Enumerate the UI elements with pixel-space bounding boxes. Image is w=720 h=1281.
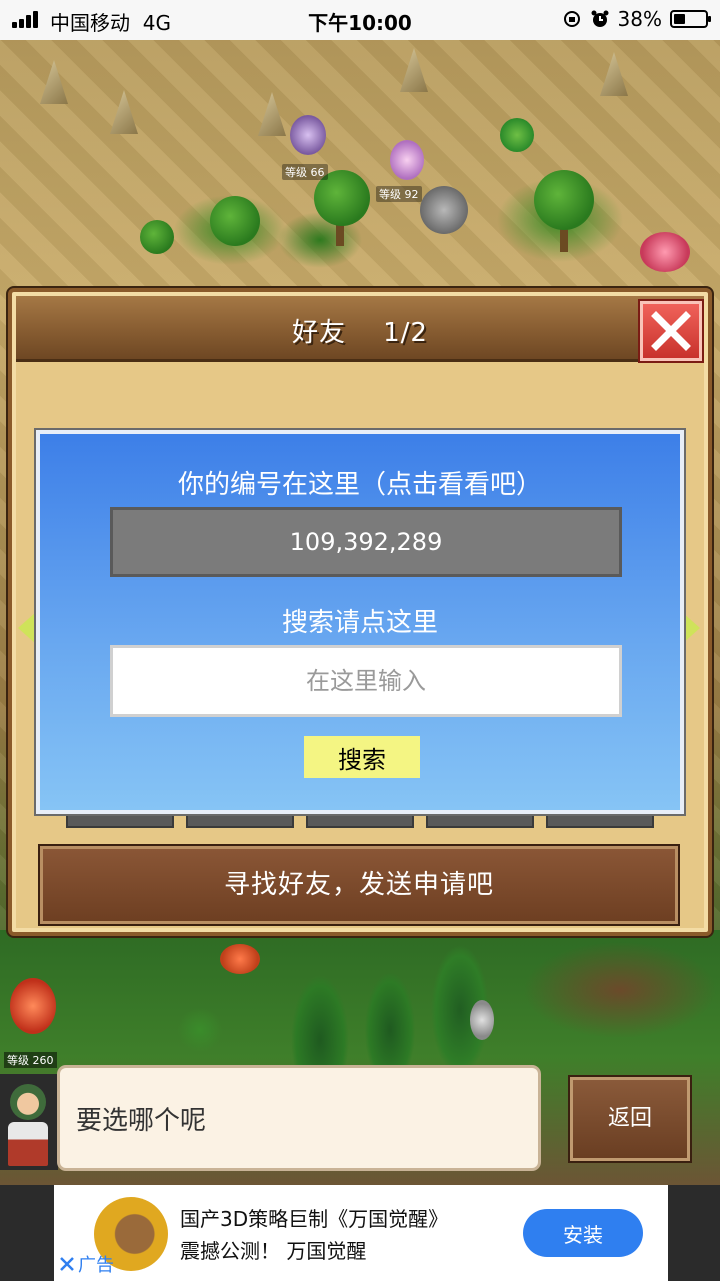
- network-type: 4G: [142, 11, 171, 35]
- status-bar: 中国移动 4G 下午10:00 38%: [0, 0, 720, 40]
- friend-slot-row: [66, 812, 654, 828]
- flower-sprite: [220, 944, 260, 974]
- page-indicator: 1/2: [383, 318, 428, 348]
- flower-sprite: [640, 232, 690, 272]
- signal-strength-icon: [12, 11, 38, 28]
- cactus-sprite: [500, 118, 534, 152]
- player-id-display[interactable]: 109,392,289: [110, 507, 622, 577]
- ad-banner[interactable]: 国产3D策略巨制《万国觉醒》 震撼公测！ 万国觉醒 安装 广告: [54, 1185, 668, 1281]
- friend-slot[interactable]: [306, 812, 414, 828]
- friend-id-dialog: 你的编号在这里（点击看看吧） 109,392,289 搜索请点这里 搜索: [36, 430, 684, 814]
- id-caption: 你的编号在这里（点击看看吧）: [177, 470, 542, 500]
- find-friends-button[interactable]: 寻找好友，发送申请吧: [40, 846, 678, 924]
- panel-title: 好友 1/2: [16, 312, 704, 349]
- close-ad-icon[interactable]: [58, 1255, 76, 1273]
- next-page-arrow-icon[interactable]: [682, 612, 700, 644]
- palm-tree-sprite: [210, 196, 260, 246]
- close-icon: [651, 311, 691, 351]
- alarm-icon: [591, 10, 609, 27]
- advisor-avatar: [0, 1074, 58, 1170]
- friend-slot[interactable]: [546, 812, 654, 828]
- friend-slot[interactable]: [66, 812, 174, 828]
- dialogue-text: 要选哪个呢: [76, 1106, 207, 1136]
- palm-tree-sprite: [534, 170, 594, 230]
- close-button[interactable]: [640, 301, 702, 361]
- rock-sprite: [110, 90, 138, 134]
- back-button[interactable]: 返回: [570, 1077, 690, 1161]
- battery-level-fill: [674, 14, 686, 24]
- speech-bubble: 要选哪个呢: [60, 1068, 538, 1168]
- boulder-sprite: [420, 186, 468, 234]
- status-right-group: 38%: [562, 7, 711, 31]
- ad-headline: 国产3D策略巨制《万国觉醒》: [180, 1207, 449, 1231]
- rotation-lock-icon: [563, 11, 580, 27]
- hero-sprite[interactable]: [470, 1000, 494, 1040]
- ad-label: 广告: [78, 1255, 114, 1276]
- ad-tag: 广告: [58, 1251, 114, 1277]
- search-caption: 搜索请点这里: [281, 608, 438, 638]
- battery-icon: [670, 10, 711, 28]
- unit-level-badge: 等级 260: [4, 1052, 57, 1068]
- install-button[interactable]: 安装: [523, 1209, 643, 1257]
- rock-sprite: [258, 92, 286, 136]
- rock-sprite: [400, 48, 428, 92]
- monster-sprite[interactable]: [290, 115, 326, 155]
- previous-page-arrow-icon[interactable]: [18, 612, 36, 644]
- ad-subline: 震撼公测！ 万国觉醒: [180, 1239, 367, 1263]
- panel-title-text: 好友: [292, 318, 347, 348]
- rock-sprite: [600, 52, 628, 96]
- friend-slot[interactable]: [186, 812, 294, 828]
- advisor-face: [10, 1084, 46, 1120]
- carrier-name: 中国移动: [50, 11, 130, 35]
- carrier-label: 中国移动 4G: [50, 7, 171, 36]
- friend-slot[interactable]: [426, 812, 534, 828]
- search-button[interactable]: 搜索: [304, 736, 420, 778]
- battery-percent: 38%: [617, 7, 662, 31]
- cactus-sprite: [140, 220, 174, 254]
- fire-sprite: [10, 978, 56, 1034]
- unit-level-badge: 等级 66: [282, 164, 328, 180]
- monster-sprite[interactable]: [390, 140, 424, 180]
- advisor-body: [8, 1122, 48, 1166]
- rock-sprite: [40, 60, 68, 104]
- panel-header: 好友 1/2: [16, 296, 704, 362]
- unit-level-badge: 等级 92: [376, 186, 422, 202]
- friend-id-search-input[interactable]: [110, 645, 622, 717]
